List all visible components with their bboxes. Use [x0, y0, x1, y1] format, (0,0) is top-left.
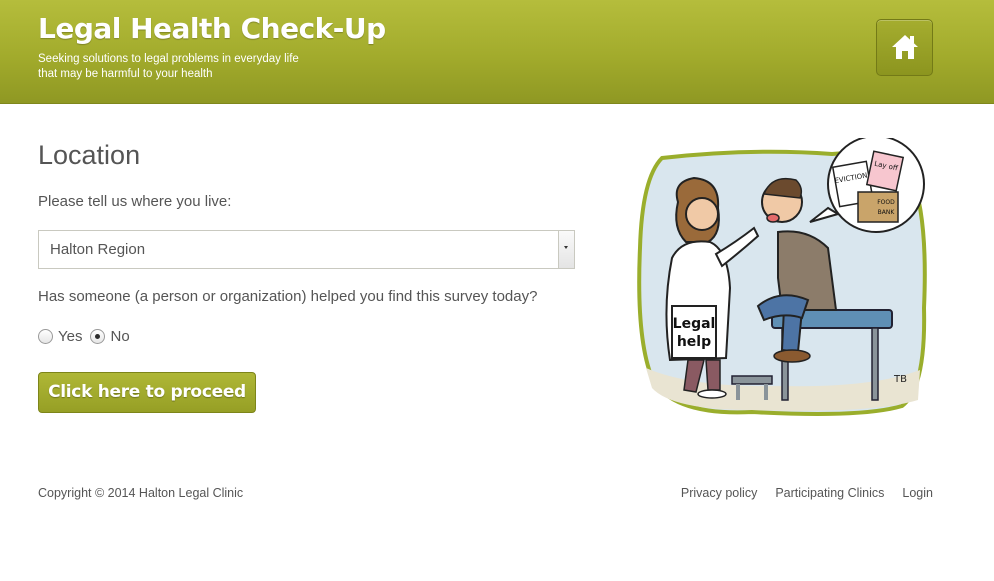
legal-badge-line-1: Legal	[673, 316, 716, 332]
bubble-food-text: FOOD	[877, 199, 895, 206]
participating-clinics-link[interactable]: Participating Clinics	[775, 486, 884, 500]
privacy-policy-link[interactable]: Privacy policy	[681, 486, 757, 500]
site-header: Legal Health Check-Up Seeking solutions …	[0, 0, 994, 104]
location-prompt: Please tell us where you live:	[38, 193, 232, 210]
no-label[interactable]: No	[110, 328, 129, 345]
login-link[interactable]: Login	[902, 486, 933, 500]
select-arrow-icon[interactable]	[558, 231, 574, 268]
footer-nav: Privacy policy Participating Clinics Log…	[663, 486, 933, 500]
site-tagline: Seeking solutions to legal problems in e…	[38, 52, 358, 82]
artist-signature: TB	[893, 374, 907, 385]
referral-radio-group: Yes No	[38, 326, 138, 346]
radio-option-no[interactable]: No	[90, 328, 133, 345]
doctor-cartoon-illustration: Legal help EVICTION Lay off FOOD BANK TB	[637, 138, 927, 416]
radio-option-yes[interactable]: Yes	[38, 328, 86, 345]
referral-question: Has someone (a person or organization) h…	[38, 288, 538, 305]
proceed-button[interactable]: Click here to proceed	[38, 372, 256, 413]
home-icon	[892, 35, 918, 59]
region-select[interactable]: Halton Region	[38, 230, 575, 269]
yes-label[interactable]: Yes	[58, 328, 82, 345]
yes-radio[interactable]	[38, 328, 53, 344]
legal-badge-line-2: help	[677, 334, 711, 350]
site-title[interactable]: Legal Health Check-Up	[38, 12, 386, 45]
copyright-text: Copyright © 2014 Halton Legal Clinic	[38, 486, 244, 500]
tagline-line-1: Seeking solutions to legal problems in e…	[38, 53, 299, 65]
region-select-value: Halton Region	[50, 241, 146, 258]
tagline-line-2: that may be harmful to your health	[38, 68, 213, 80]
no-radio[interactable]	[90, 328, 106, 344]
page-title: Location	[38, 140, 141, 170]
home-button[interactable]	[876, 19, 933, 76]
bubble-bank-text: BANK	[878, 209, 896, 216]
